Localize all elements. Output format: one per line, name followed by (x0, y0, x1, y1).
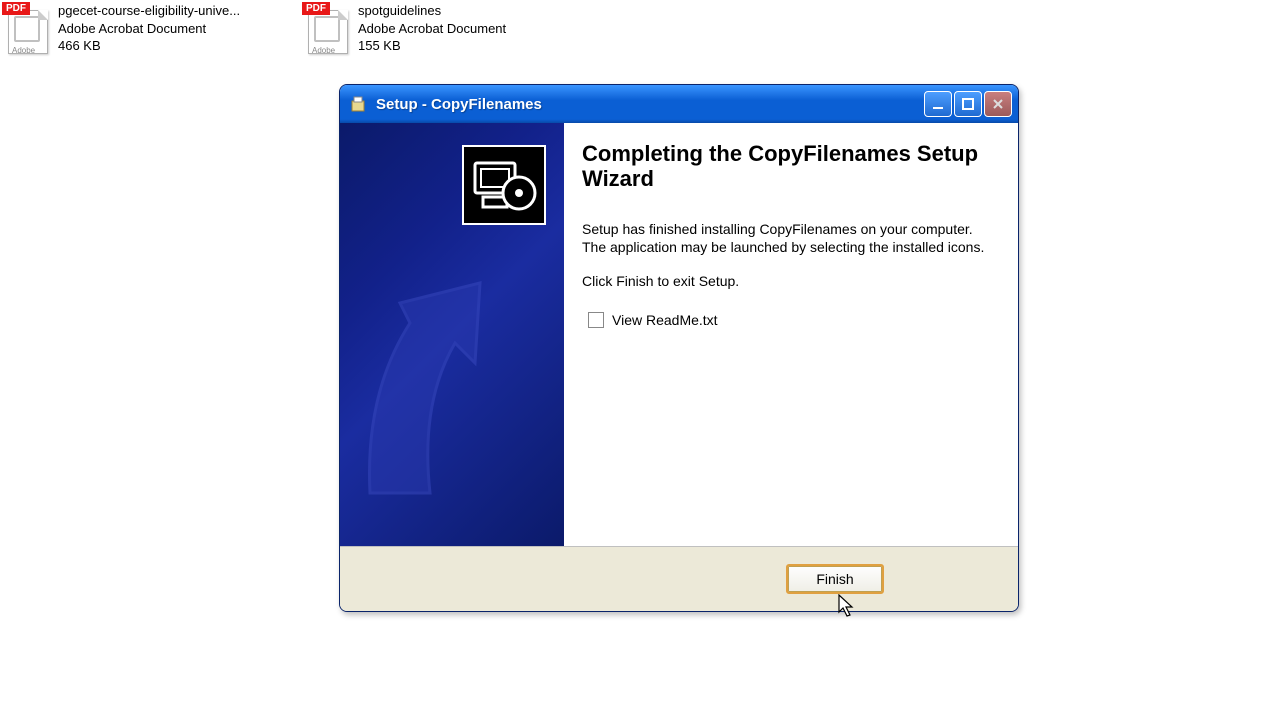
setup-dialog: Setup - CopyFilenames (339, 84, 1019, 612)
wizard-paragraph: Setup has finished installing CopyFilena… (582, 220, 996, 256)
file-type: Adobe Acrobat Document (58, 20, 240, 38)
checkbox-label: View ReadMe.txt (612, 312, 718, 328)
pdf-file-icon: PDF Adobe (2, 2, 52, 57)
file-size: 155 KB (358, 37, 506, 55)
wizard-content: Completing the CopyFilenames Setup Wizar… (564, 123, 1018, 546)
pdf-file-icon: PDF Adobe (302, 2, 352, 57)
close-icon (992, 98, 1004, 110)
checkbox-icon[interactable] (588, 312, 604, 328)
wizard-heading: Completing the CopyFilenames Setup Wizar… (582, 141, 996, 192)
file-name: pgecet-course-eligibility-unive... (58, 2, 240, 20)
finish-button[interactable]: Finish (786, 564, 884, 594)
desktop-file-item[interactable]: PDF Adobe pgecet-course-eligibility-univ… (0, 0, 290, 59)
file-type: Adobe Acrobat Document (358, 20, 506, 38)
wizard-paragraph: Click Finish to exit Setup. (582, 272, 996, 290)
maximize-icon (962, 98, 974, 110)
desktop-file-area: PDF Adobe pgecet-course-eligibility-univ… (0, 0, 590, 59)
minimize-icon (932, 98, 944, 110)
arrow-decoration-icon (360, 243, 560, 523)
window-title: Setup - CopyFilenames (376, 96, 916, 113)
close-button[interactable] (984, 91, 1012, 117)
wizard-side-panel (340, 123, 564, 546)
file-size: 466 KB (58, 37, 240, 55)
minimize-button[interactable] (924, 91, 952, 117)
computer-disc-icon (462, 145, 546, 225)
installer-icon (350, 95, 368, 113)
titlebar[interactable]: Setup - CopyFilenames (340, 85, 1018, 123)
button-bar: Finish (340, 547, 1018, 611)
file-name: spotguidelines (358, 2, 506, 20)
readme-checkbox-row[interactable]: View ReadMe.txt (588, 312, 996, 328)
maximize-button[interactable] (954, 91, 982, 117)
desktop-file-item[interactable]: PDF Adobe spotguidelines Adobe Acrobat D… (300, 0, 590, 59)
